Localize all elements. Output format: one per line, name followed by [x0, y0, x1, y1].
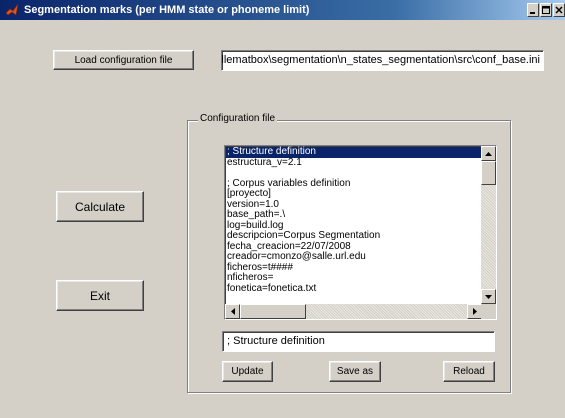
reload-button[interactable]: Reload	[443, 361, 495, 382]
list-item[interactable]: [proyecto]	[226, 188, 482, 200]
horizontal-scrollbar[interactable]	[225, 304, 482, 319]
minimize-button[interactable]	[527, 3, 539, 17]
list-item[interactable]: ; Structure definition	[226, 146, 482, 158]
scroll-corner	[481, 304, 496, 319]
arrow-up-icon	[485, 151, 492, 156]
save-as-button[interactable]: Save as	[329, 361, 381, 382]
horizontal-scroll-thumb[interactable]	[240, 304, 306, 319]
scroll-left-button[interactable]	[225, 304, 240, 319]
list-item[interactable]: nficheros=	[226, 272, 482, 284]
scroll-right-button[interactable]	[467, 304, 482, 319]
arrow-left-icon	[230, 308, 235, 315]
window-title: Segmentation marks (per HMM state or pho…	[24, 4, 310, 16]
maximize-button[interactable]	[540, 3, 552, 17]
close-button[interactable]	[553, 3, 565, 17]
line-edit-field[interactable]: ; Structure definition	[222, 331, 495, 352]
maximize-icon	[542, 6, 550, 14]
list-item[interactable]: creador=cmonzo@salle.url.edu	[226, 251, 482, 263]
close-icon	[555, 6, 563, 14]
config-file-listbox[interactable]: ; Structure definition estructura_v=2.1 …	[224, 145, 497, 320]
calculate-button[interactable]: Calculate	[56, 191, 144, 222]
load-config-button[interactable]: Load configuration file	[53, 50, 194, 70]
matlab-icon	[4, 2, 20, 18]
title-bar: Segmentation marks (per HMM state or pho…	[0, 0, 565, 20]
list-item[interactable]: descripcion=Corpus Segmentation	[226, 230, 482, 242]
list-item[interactable]: fonetica=fonetica.txt	[226, 283, 482, 295]
scroll-down-button[interactable]	[481, 289, 496, 304]
list-item[interactable]: estructura_v=2.1	[226, 157, 482, 169]
minimize-icon	[530, 12, 535, 14]
scroll-up-button[interactable]	[481, 146, 496, 161]
arrow-down-icon	[485, 294, 492, 299]
config-path-text: prio\sallematbox\segmentation\n_states_s…	[221, 54, 540, 66]
vertical-scroll-thumb[interactable]	[481, 161, 496, 185]
list-item[interactable]: base_path=.\	[226, 209, 482, 221]
config-file-group-label: Configuration file	[198, 113, 278, 124]
arrow-right-icon	[472, 308, 477, 315]
config-lines: ; Structure definition estructura_v=2.1 …	[226, 146, 482, 295]
list-item[interactable]	[226, 168, 482, 179]
window-controls	[527, 3, 565, 17]
exit-button[interactable]: Exit	[56, 280, 144, 311]
config-path-field[interactable]: prio\sallematbox\segmentation\n_states_s…	[221, 50, 544, 71]
vertical-scrollbar[interactable]	[481, 146, 496, 304]
update-button[interactable]: Update	[222, 361, 273, 382]
